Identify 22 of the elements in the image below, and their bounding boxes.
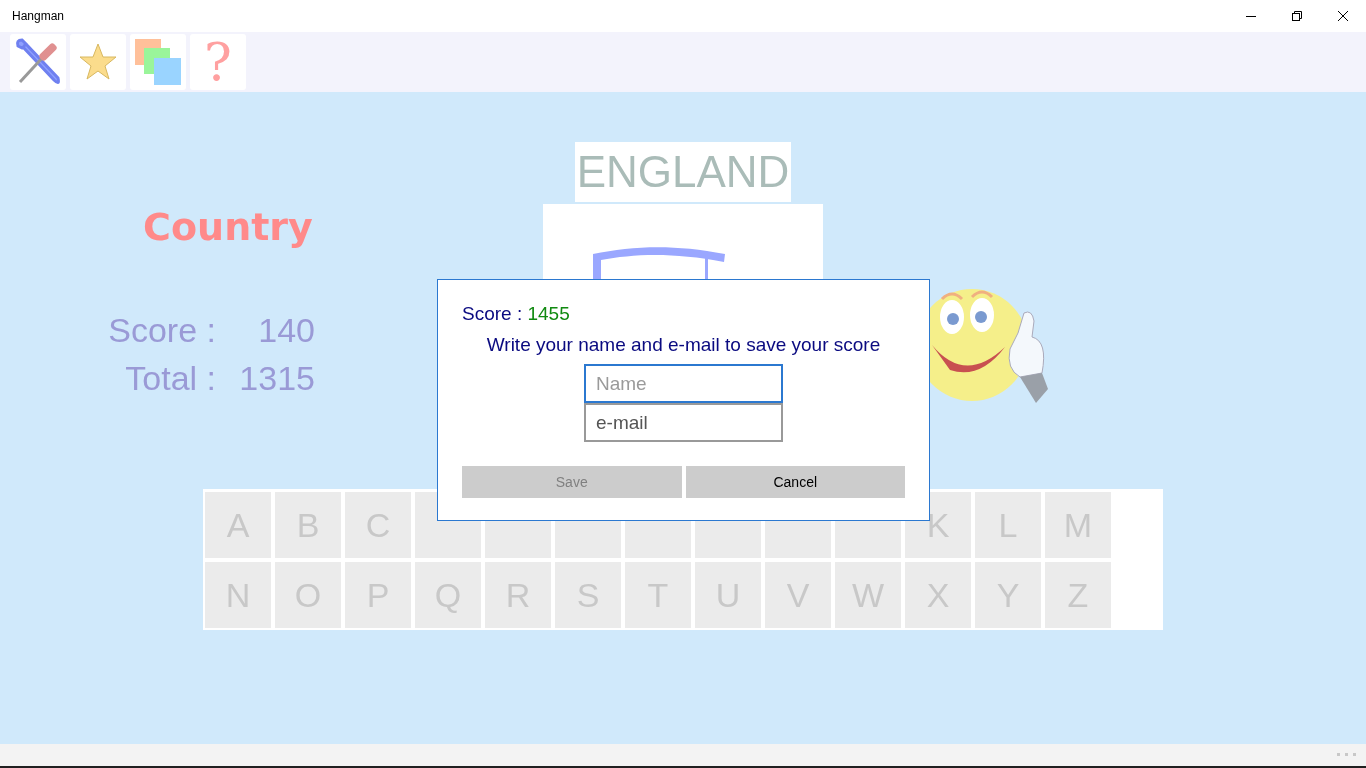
settings-button[interactable] [10, 34, 66, 90]
score-label: Total : [124, 358, 216, 399]
score-label: Score : [107, 310, 216, 351]
score-value: 1315 [238, 358, 315, 399]
instruction-text: Write your name and e-mail to save your score [486, 333, 881, 357]
category-label: Country [143, 208, 313, 246]
score-value: 140 [257, 310, 315, 351]
input-field[interactable]: e-mail [584, 403, 783, 442]
more-icon[interactable] [1337, 753, 1356, 757]
input-field[interactable]: Name [584, 364, 783, 403]
word-display: ENGLAND [574, 142, 792, 202]
cancel-button[interactable]: Cancel [685, 466, 905, 498]
star-icon [78, 42, 118, 82]
score-value: 1455 [527, 303, 570, 324]
window-title: Hangman [12, 8, 65, 25]
overlapping-squares-icon [135, 39, 181, 85]
score-label: Score : [462, 303, 523, 324]
help-button[interactable]: ? [190, 34, 246, 90]
restore-icon [1292, 11, 1302, 21]
favorites-button[interactable] [70, 34, 126, 90]
categories-button[interactable] [130, 34, 186, 90]
close-icon [1338, 11, 1348, 21]
